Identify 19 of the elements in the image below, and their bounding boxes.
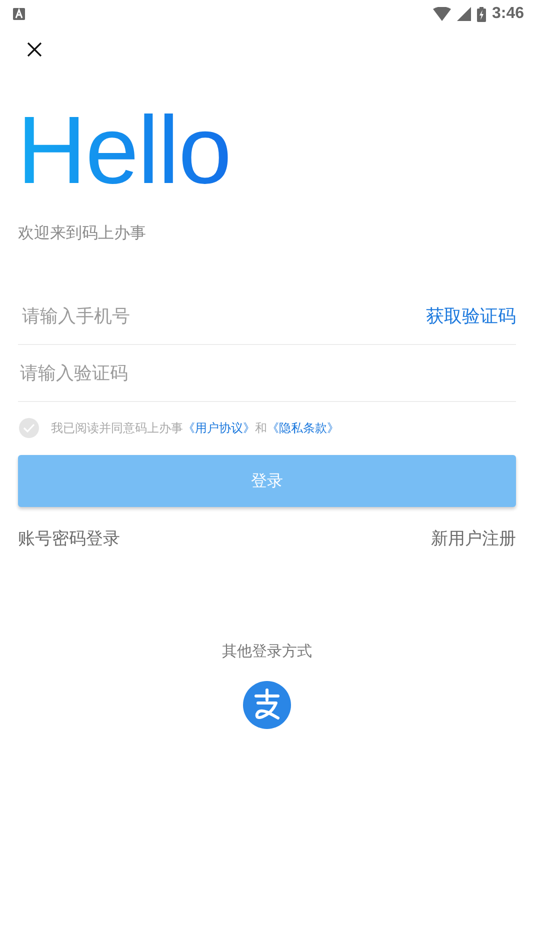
agreement-text: 我已阅读并同意码上办事《用户协议》和《隐私条款》 (51, 420, 339, 436)
wifi-icon (432, 7, 451, 21)
welcome-text: 欢迎来到码上办事 (18, 223, 146, 244)
check-icon (23, 423, 35, 433)
payment-logo-icon[interactable] (243, 681, 291, 729)
phone-input-field[interactable]: 请输入手机号 (18, 306, 282, 326)
code-input-field[interactable]: 请输入验证码 (18, 362, 280, 384)
signal-icon (456, 7, 471, 21)
login-option-link[interactable]: 新用户注册 (431, 527, 516, 550)
status-time: 3:46 (492, 5, 524, 23)
battery-icon (476, 6, 486, 22)
login-option-link[interactable]: 账号密码登录 (18, 527, 120, 550)
agreement-link[interactable]: 《隐私条款》 (267, 420, 339, 434)
notification-icon (13, 8, 25, 20)
close-icon[interactable] (27, 42, 42, 57)
agreement-link[interactable]: 《用户协议》 (183, 420, 255, 434)
agree-checkbox[interactable] (19, 418, 39, 438)
other-login-label: 其他登录方式 (222, 642, 312, 661)
get-code-link[interactable]: 获取验证码 (426, 304, 516, 328)
